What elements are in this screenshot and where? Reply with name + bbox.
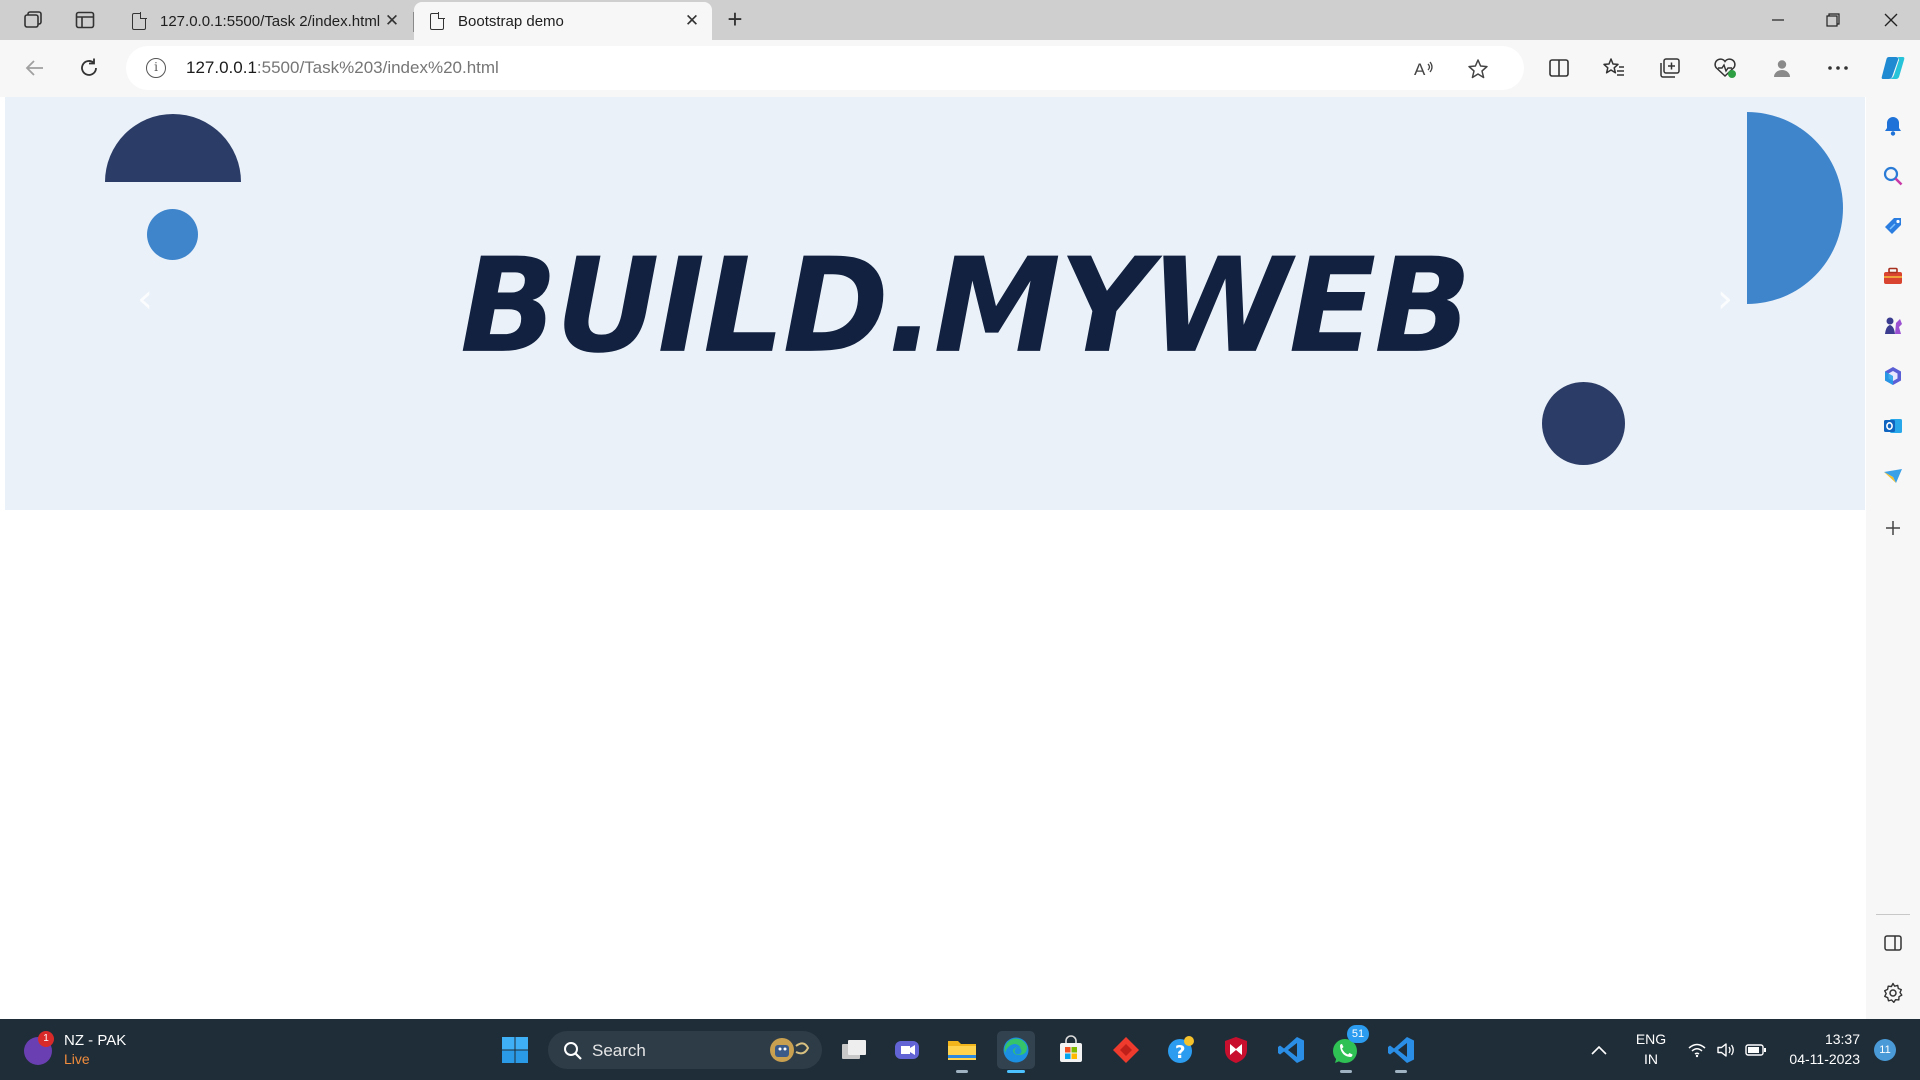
system-clock[interactable]: 13:37 04-11-2023: [1782, 1029, 1860, 1069]
add-sidebar-app-icon[interactable]: [1880, 515, 1906, 541]
carousel-next-button[interactable]: ›: [1705, 276, 1745, 322]
sidebar-settings-gear-icon[interactable]: [1880, 980, 1906, 1006]
vscode-icon[interactable]: [1272, 1031, 1310, 1069]
get-help-icon[interactable]: ?: [1162, 1031, 1200, 1069]
address-bar[interactable]: i 127.0.0.1:5500/Task%203/index%20.html …: [126, 46, 1524, 90]
outlook-icon[interactable]: [1880, 413, 1906, 439]
input-language-indicator[interactable]: ENG IN: [1634, 1029, 1668, 1069]
edge-sidebar: [1866, 97, 1920, 1019]
collections-icon[interactable]: [1652, 50, 1688, 86]
taskbar-search-box[interactable]: Search: [548, 1031, 822, 1069]
search-icon: [562, 1040, 584, 1067]
mcafee-icon[interactable]: [1217, 1031, 1255, 1069]
brand-logo-text: BUILD.MYWEB: [460, 230, 1472, 383]
anydesk-icon[interactable]: [1107, 1031, 1145, 1069]
search-label: Search: [592, 1041, 646, 1060]
tab-strip: 127.0.0.1:5500/Task 2/index.html ✕ Boots…: [0, 0, 1920, 40]
widget-subtitle: Live: [64, 1051, 90, 1067]
drop-send-icon[interactable]: [1880, 463, 1906, 489]
news-widget[interactable]: 1 NZ - PAK Live: [24, 1029, 144, 1071]
tab-task2[interactable]: 127.0.0.1:5500/Task 2/index.html ✕: [116, 2, 414, 40]
decorative-circle: [1542, 382, 1625, 465]
widget-title: NZ - PAK: [64, 1032, 127, 1049]
site-info-icon[interactable]: i: [146, 58, 166, 78]
microsoft-365-icon[interactable]: [1880, 363, 1906, 389]
clock-date: 04-11-2023: [1789, 1051, 1860, 1067]
svg-text:?: ?: [1175, 1042, 1185, 1063]
close-tab-button[interactable]: ✕: [382, 11, 402, 31]
workspaces-icon[interactable]: [18, 6, 48, 34]
notifications-bell-icon[interactable]: [1880, 113, 1906, 139]
minimize-button[interactable]: [1750, 0, 1805, 40]
language-code: ENG: [1635, 1031, 1667, 1047]
page-icon: [132, 11, 147, 30]
whatsapp-unread-badge: 51: [1347, 1025, 1369, 1043]
language-region: IN: [1644, 1051, 1658, 1067]
notification-count-badge[interactable]: 11: [1874, 1039, 1896, 1061]
teams-chat-icon[interactable]: [888, 1031, 926, 1069]
sidebar-divider: [1876, 914, 1910, 915]
search-highlight-icon: [766, 1036, 812, 1064]
vscode-icon-2[interactable]: [1382, 1031, 1420, 1073]
back-button[interactable]: [16, 50, 52, 86]
file-explorer-icon[interactable]: [943, 1031, 981, 1073]
running-indicator: [956, 1070, 968, 1073]
volume-icon[interactable]: [1716, 1019, 1736, 1080]
hero-carousel: BUILD.MYWEB ‹ ›: [5, 97, 1865, 510]
games-chess-icon[interactable]: [1880, 313, 1906, 339]
tools-briefcase-icon[interactable]: [1880, 263, 1906, 289]
favorite-star-icon[interactable]: [1463, 54, 1493, 84]
active-indicator: [1007, 1070, 1025, 1073]
show-hidden-icons-chevron-up-icon[interactable]: [1590, 1019, 1608, 1080]
clock-time: 13:37: [1824, 1031, 1860, 1047]
decorative-half-circle: [1747, 112, 1843, 304]
page-icon: [430, 11, 445, 30]
running-indicator: [1395, 1070, 1407, 1073]
split-screen-icon[interactable]: [1541, 50, 1577, 86]
browser-essentials-icon[interactable]: [1707, 50, 1743, 86]
copilot-icon[interactable]: [1875, 50, 1911, 86]
hide-sidebar-icon[interactable]: [1880, 930, 1906, 956]
search-icon[interactable]: [1880, 163, 1906, 189]
start-button[interactable]: [496, 1031, 534, 1069]
decorative-half-circle: [105, 114, 241, 182]
edge-browser-icon[interactable]: [997, 1031, 1035, 1073]
new-tab-button[interactable]: +: [720, 6, 750, 34]
task-view-icon[interactable]: [835, 1031, 873, 1069]
whatsapp-icon[interactable]: 51: [1327, 1025, 1369, 1073]
page-viewport: BUILD.MYWEB ‹ ›: [5, 97, 1865, 1016]
close-tab-button[interactable]: ✕: [682, 11, 702, 31]
svg-text:A: A: [1414, 60, 1426, 79]
more-options-icon[interactable]: [1820, 50, 1856, 86]
tab-title: Bootstrap demo: [458, 12, 564, 30]
tab-bootstrap-demo[interactable]: Bootstrap demo ✕: [414, 2, 712, 40]
profile-avatar-icon[interactable]: [1764, 50, 1800, 86]
close-window-button[interactable]: [1863, 0, 1918, 40]
wifi-icon[interactable]: [1687, 1019, 1707, 1080]
carousel-prev-button[interactable]: ‹: [125, 276, 165, 322]
microsoft-store-icon[interactable]: [1052, 1031, 1090, 1069]
favorites-icon[interactable]: [1596, 50, 1632, 86]
shopping-tag-icon[interactable]: [1880, 213, 1906, 239]
url-text[interactable]: 127.0.0.1:5500/Task%203/index%20.html: [186, 58, 499, 78]
widget-badge: 1: [38, 1031, 54, 1047]
browser-toolbar: i 127.0.0.1:5500/Task%203/index%20.html …: [0, 40, 1920, 97]
restore-button[interactable]: [1805, 0, 1860, 40]
read-aloud-icon[interactable]: A: [1409, 54, 1439, 84]
battery-icon[interactable]: [1745, 1019, 1767, 1080]
running-indicator: [1340, 1070, 1352, 1073]
refresh-button[interactable]: [71, 50, 107, 86]
decorative-circle: [147, 209, 198, 260]
windows-taskbar: 1 NZ - PAK Live Search ? 51 ENG IN 13:37…: [0, 1019, 1920, 1080]
tab-title: 127.0.0.1:5500/Task 2/index.html: [160, 12, 381, 30]
tab-actions-icon[interactable]: [70, 6, 100, 34]
